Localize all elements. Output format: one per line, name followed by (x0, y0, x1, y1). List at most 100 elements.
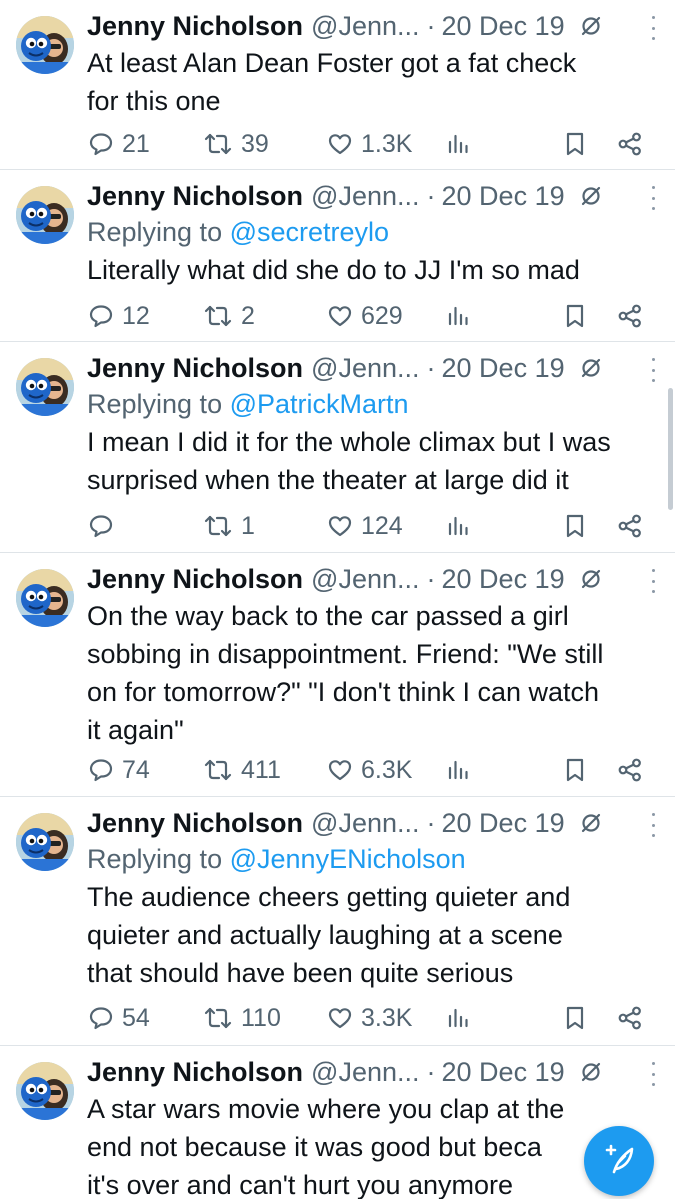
author-name[interactable]: Jenny Nicholson (87, 11, 303, 42)
tweet-line: The audience cheers getting quieter and (87, 882, 571, 912)
avatar[interactable] (16, 813, 74, 871)
tweet[interactable]: Jenny Nicholson @Jenn... · 20 Dec 19 Rep… (0, 342, 675, 553)
bookmark-button[interactable] (564, 511, 586, 541)
author-name[interactable]: Jenny Nicholson (87, 353, 303, 384)
share-button[interactable] (617, 511, 643, 541)
like-button[interactable]: 6.3K (327, 755, 412, 785)
tweet-line: quieter and actually laughing at a scene (87, 920, 563, 950)
views-button[interactable] (446, 755, 470, 785)
tweet-date[interactable]: 20 Dec 19 (442, 564, 565, 595)
separator: · (426, 807, 436, 838)
heart-icon (327, 757, 353, 783)
author-handle[interactable]: @Jenn... (311, 181, 419, 212)
separator: · (426, 563, 436, 594)
hidden-icon (579, 811, 603, 835)
scrollbar[interactable] (668, 388, 673, 510)
tweet-text: The audience cheers getting quieter and … (87, 878, 659, 992)
tweet[interactable]: Jenny Nicholson @Jenn... · 20 Dec 19 At … (0, 0, 675, 170)
reply-icon (88, 757, 114, 783)
avatar[interactable] (16, 186, 74, 244)
like-count: 6.3K (361, 755, 413, 784)
more-icon[interactable] (643, 358, 663, 382)
more-icon[interactable] (643, 1062, 663, 1086)
tweet-date[interactable]: 20 Dec 19 (442, 808, 565, 839)
tweet-line: On the way back to the car passed a girl (87, 601, 569, 631)
like-button[interactable]: 124 (327, 511, 403, 541)
more-icon[interactable] (643, 813, 663, 837)
like-button[interactable]: 1.3K (327, 129, 412, 159)
tweet-header: Jenny Nicholson @Jenn... · 20 Dec 19 (87, 805, 659, 841)
replying-to: Replying to @PatrickMartn (87, 386, 659, 423)
avatar[interactable] (16, 358, 74, 416)
compose-button[interactable] (584, 1126, 654, 1196)
tweet[interactable]: Jenny Nicholson @Jenn... · 20 Dec 19 Rep… (0, 797, 675, 1046)
tweet[interactable]: Jenny Nicholson @Jenn... · 20 Dec 19 Rep… (0, 170, 675, 342)
tweet-header: Jenny Nicholson @Jenn... · 20 Dec 19 (87, 178, 659, 214)
bookmark-icon (564, 513, 586, 539)
tweet-date[interactable]: 20 Dec 19 (442, 353, 565, 384)
separator: · (426, 1056, 436, 1087)
views-button[interactable] (446, 129, 470, 159)
views-button[interactable] (446, 301, 470, 331)
tweet-header: Jenny Nicholson @Jenn... · 20 Dec 19 (87, 350, 659, 386)
reply-count: 12 (122, 301, 150, 330)
avatar[interactable] (16, 1062, 74, 1120)
share-button[interactable] (617, 755, 643, 785)
reply-button[interactable] (88, 511, 122, 541)
author-handle[interactable]: @Jenn... (311, 1057, 419, 1088)
share-button[interactable] (617, 301, 643, 331)
retweet-button[interactable]: 39 (203, 129, 269, 159)
bookmark-button[interactable] (564, 301, 586, 331)
tweet[interactable]: Jenny Nicholson @Jenn... · 20 Dec 19 On … (0, 553, 675, 797)
share-button[interactable] (617, 1003, 643, 1033)
bookmark-button[interactable] (564, 1003, 586, 1033)
author-handle[interactable]: @Jenn... (311, 353, 419, 384)
replying-to-mention[interactable]: @JennyENicholson (230, 844, 466, 874)
author-handle[interactable]: @Jenn... (311, 808, 419, 839)
retweet-icon (203, 513, 233, 539)
reply-icon (88, 303, 114, 329)
reply-button[interactable]: 21 (88, 129, 150, 159)
more-icon[interactable] (643, 569, 663, 593)
like-button[interactable]: 629 (327, 301, 403, 331)
author-handle[interactable]: @Jenn... (311, 564, 419, 595)
views-button[interactable] (446, 1003, 470, 1033)
retweet-button[interactable]: 2 (203, 301, 255, 331)
reply-button[interactable]: 74 (88, 755, 150, 785)
author-name[interactable]: Jenny Nicholson (87, 808, 303, 839)
reply-button[interactable]: 54 (88, 1003, 150, 1033)
like-count: 124 (361, 511, 403, 540)
retweet-button[interactable]: 411 (203, 755, 281, 785)
replying-to-mention[interactable]: @secretreylo (230, 217, 389, 247)
retweet-button[interactable]: 110 (203, 1003, 281, 1033)
tweet-date[interactable]: 20 Dec 19 (442, 181, 565, 212)
author-name[interactable]: Jenny Nicholson (87, 564, 303, 595)
views-button[interactable] (446, 511, 470, 541)
bookmark-button[interactable] (564, 129, 586, 159)
replying-to: Replying to @JennyENicholson (87, 841, 659, 878)
reply-icon (88, 1005, 114, 1031)
author-name[interactable]: Jenny Nicholson (87, 1057, 303, 1088)
author-handle[interactable]: @Jenn... (311, 11, 419, 42)
like-button[interactable]: 3.3K (327, 1003, 412, 1033)
tweet-line: At least Alan Dean Foster got a fat chec… (87, 48, 577, 78)
tweet-date[interactable]: 20 Dec 19 (442, 11, 565, 42)
bookmark-icon (564, 303, 586, 329)
avatar[interactable] (16, 569, 74, 627)
author-name[interactable]: Jenny Nicholson (87, 181, 303, 212)
share-button[interactable] (617, 129, 643, 159)
views-icon (446, 303, 470, 329)
retweet-count: 411 (241, 755, 281, 784)
avatar[interactable] (16, 16, 74, 74)
more-icon[interactable] (643, 186, 663, 210)
bookmark-button[interactable] (564, 755, 586, 785)
replying-to-mention[interactable]: @PatrickMartn (230, 389, 409, 419)
reply-button[interactable]: 12 (88, 301, 150, 331)
tweet-content: Jenny Nicholson @Jenn... · 20 Dec 19 At … (87, 8, 659, 120)
more-icon[interactable] (643, 16, 663, 40)
tweet[interactable]: Jenny Nicholson @Jenn... · 20 Dec 19 A s… (0, 1046, 675, 1199)
retweet-button[interactable]: 1 (203, 511, 255, 541)
tweet-date[interactable]: 20 Dec 19 (442, 1057, 565, 1088)
action-bar: 54 110 3.3K (0, 1003, 675, 1033)
tweet-line: sobbing in disappointment. Friend: "We s… (87, 639, 604, 669)
